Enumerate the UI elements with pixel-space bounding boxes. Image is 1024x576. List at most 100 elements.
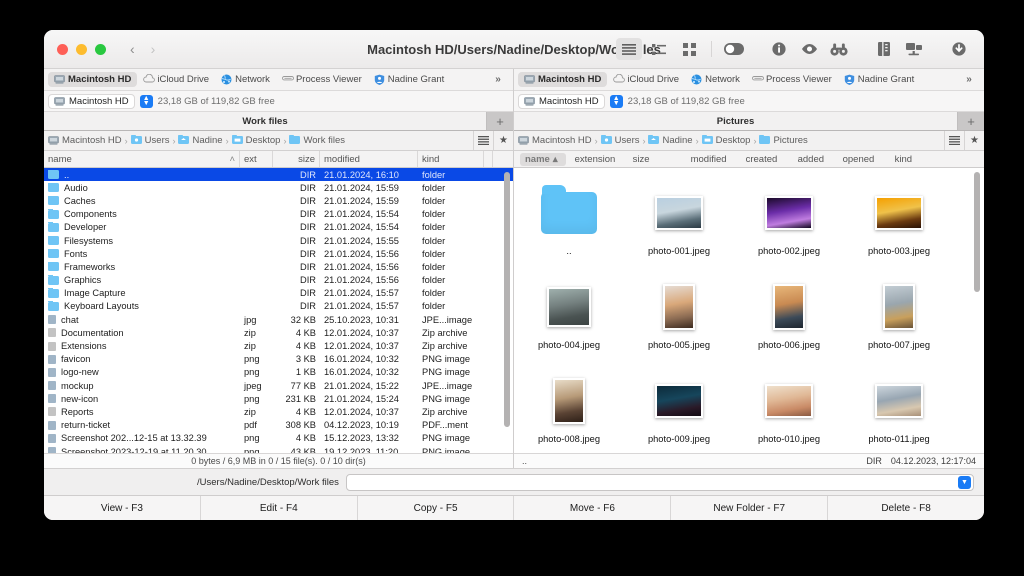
close-window-button[interactable]	[57, 43, 68, 55]
list-item[interactable]: photo-004.jpeg	[514, 270, 624, 364]
list-item[interactable]: photo-007.jpeg	[844, 270, 954, 364]
drive-stepper[interactable]: ▲ ▼	[609, 94, 623, 108]
left-view-options-icon[interactable]	[473, 131, 493, 150]
breadcrumb-item-users[interactable]: Users	[600, 135, 639, 146]
table-row[interactable]: Fonts DIR 21.01.2024, 15:56 folder	[44, 247, 513, 260]
column-header-kind[interactable]: kind	[891, 151, 916, 167]
maximize-window-button[interactable]	[95, 43, 106, 55]
forward-button[interactable]: ›	[151, 41, 156, 57]
shortcut-macintosh-hd[interactable]: Macintosh HD	[518, 72, 608, 87]
breadcrumb-item-nadine[interactable]: Nadine	[178, 135, 223, 146]
left-drive-selector[interactable]: Macintosh HD	[48, 93, 135, 109]
shortcut-network[interactable]: Network	[215, 72, 276, 87]
minimize-window-button[interactable]	[76, 43, 87, 55]
table-row[interactable]: Documentation zip 4 KB 12.01.2024, 10:37 Zip…	[44, 326, 513, 339]
list-item[interactable]: photo-001.jpeg	[624, 176, 734, 270]
info-icon[interactable]	[766, 38, 792, 60]
copy-f5-button[interactable]: Copy - F5	[358, 496, 515, 520]
view-f3-button[interactable]: View - F3	[44, 496, 201, 520]
list-item[interactable]: photo-002.jpeg	[734, 176, 844, 270]
column-header-name[interactable]: name ▴	[520, 152, 566, 166]
toggle-switch-icon[interactable]	[721, 38, 747, 60]
find-binoculars-icon[interactable]	[826, 38, 852, 60]
edit-f4-button[interactable]: Edit - F4	[201, 496, 358, 520]
list-item[interactable]: photo-010.jpeg	[734, 364, 844, 453]
column-header-size[interactable]: size	[629, 151, 687, 167]
move-f6-button[interactable]: Move - F6	[514, 496, 672, 520]
breadcrumb-item-desktop[interactable]: Desktop	[701, 135, 750, 146]
column-header-modified[interactable]: modified	[687, 151, 742, 167]
breadcrumb-item-current[interactable]: Work files	[289, 135, 345, 146]
right-icon-grid[interactable]: .. photo-001.jpeg photo-002.jpeg photo-003.…	[514, 168, 984, 453]
table-row[interactable]: favicon png 3 KB 16.01.2024, 10:32 PNG image	[44, 353, 513, 366]
table-row[interactable]: .. DIR 21.01.2024, 16:10 folder	[44, 168, 513, 182]
left-vertical-scrollbar[interactable]	[504, 172, 510, 427]
shortcut-icloud-drive[interactable]: iCloud Drive	[607, 72, 685, 87]
list-item[interactable]: ..	[514, 176, 624, 270]
table-row[interactable]: Screenshot 202...12-15 at 13.32.39 png 4 K…	[44, 432, 513, 445]
breadcrumb-item-drive[interactable]: Macintosh HD	[48, 135, 122, 146]
table-row[interactable]: Image Capture DIR 21.01.2024, 15:57 folder	[44, 287, 513, 300]
right-drive-selector[interactable]: Macintosh HD	[518, 93, 605, 109]
column-header-opened[interactable]: opened	[839, 151, 891, 167]
table-row[interactable]: Keyboard Layouts DIR 21.01.2024, 15:57 fold…	[44, 300, 513, 313]
column-header-created[interactable]: created	[742, 151, 794, 167]
delete-f8-button[interactable]: Delete - F8	[828, 496, 984, 520]
table-row[interactable]: Caches DIR 21.01.2024, 15:59 folder	[44, 194, 513, 207]
column-header-kind[interactable]: kind	[418, 151, 484, 167]
table-row[interactable]: Filesystems DIR 21.01.2024, 15:55 folder	[44, 234, 513, 247]
right-vertical-scrollbar[interactable]	[974, 172, 980, 292]
command-input[interactable]: ▼	[345, 473, 974, 491]
left-favorite-star-icon[interactable]: ★	[493, 131, 513, 150]
preview-eye-icon[interactable]	[796, 38, 822, 60]
right-new-tab-button[interactable]: +	[958, 112, 984, 130]
table-row[interactable]: return-ticket pdf 308 KB 04.12.2023, 10:19 P…	[44, 419, 513, 432]
download-icon[interactable]	[946, 38, 972, 60]
back-button[interactable]: ‹	[130, 41, 135, 57]
shortcut-icloud-drive[interactable]: iCloud Drive	[137, 72, 215, 87]
shortcut-nadine-grant[interactable]: Nadine Grant	[838, 72, 921, 87]
right-pane-tab[interactable]: Pictures	[514, 112, 958, 130]
table-row[interactable]: Graphics DIR 21.01.2024, 15:56 folder	[44, 274, 513, 287]
list-item[interactable]: photo-011.jpeg	[844, 364, 954, 453]
shortcuts-overflow-button[interactable]: »	[956, 69, 982, 90]
right-view-options-icon[interactable]	[944, 131, 964, 150]
table-row[interactable]: Screenshot 2023-12-19 at 11.20.30 png 43 K…	[44, 445, 513, 453]
breadcrumb-item-nadine[interactable]: Nadine	[648, 135, 693, 146]
table-row[interactable]: new-icon png 231 KB 21.01.2024, 15:24 PNG im…	[44, 392, 513, 405]
shortcut-network[interactable]: Network	[685, 72, 746, 87]
table-row[interactable]: Components DIR 21.01.2024, 15:54 folder	[44, 208, 513, 221]
list-item[interactable]: photo-009.jpeg	[624, 364, 734, 453]
table-row[interactable]: Extensions zip 4 KB 12.01.2024, 10:37 Zip ar…	[44, 339, 513, 352]
column-header-added[interactable]: added	[794, 151, 839, 167]
command-history-dropdown[interactable]: ▼	[958, 476, 971, 489]
shortcuts-overflow-button[interactable]: »	[485, 69, 511, 90]
list-item[interactable]: photo-005.jpeg	[624, 270, 734, 364]
left-file-list[interactable]: .. DIR 21.01.2024, 16:10 folder Audio DIR 21.0…	[44, 168, 513, 453]
table-row[interactable]: Frameworks DIR 21.01.2024, 15:56 folder	[44, 260, 513, 273]
icon-grid-view-icon[interactable]	[676, 38, 702, 60]
column-header-ext[interactable]: ext	[240, 151, 273, 167]
detail-list-view-icon[interactable]	[646, 38, 672, 60]
new-folder-f7-button[interactable]: New Folder - F7	[671, 496, 829, 520]
column-header-modified[interactable]: modified	[320, 151, 418, 167]
table-row[interactable]: Audio DIR 21.01.2024, 15:59 folder	[44, 181, 513, 194]
list-item[interactable]: photo-006.jpeg	[734, 270, 844, 364]
table-row[interactable]: chat jpg 32 KB 25.10.2023, 10:31 JPE...image	[44, 313, 513, 326]
list-item[interactable]: photo-008.jpeg	[514, 364, 624, 453]
breadcrumb-item-desktop[interactable]: Desktop	[231, 135, 280, 146]
list-view-icon[interactable]	[616, 38, 642, 60]
shortcut-process-viewer[interactable]: Process Viewer	[746, 72, 838, 87]
shortcut-process-viewer[interactable]: Process Viewer	[276, 72, 368, 87]
breadcrumb-item-drive[interactable]: Macintosh HD	[518, 135, 592, 146]
columns-book-icon[interactable]	[871, 38, 897, 60]
column-header-name[interactable]: name ˄	[44, 151, 240, 167]
column-header-size[interactable]: size	[273, 151, 320, 167]
table-row[interactable]: Developer DIR 21.01.2024, 15:54 folder	[44, 221, 513, 234]
breadcrumb-item-current[interactable]: Pictures	[759, 135, 808, 146]
desktop-screen-icon[interactable]	[901, 38, 927, 60]
list-item[interactable]: photo-003.jpeg	[844, 176, 954, 270]
left-pane-tab[interactable]: Work files	[44, 112, 487, 130]
shortcut-macintosh-hd[interactable]: Macintosh HD	[48, 72, 138, 87]
column-header-extension[interactable]: extension	[566, 151, 629, 167]
